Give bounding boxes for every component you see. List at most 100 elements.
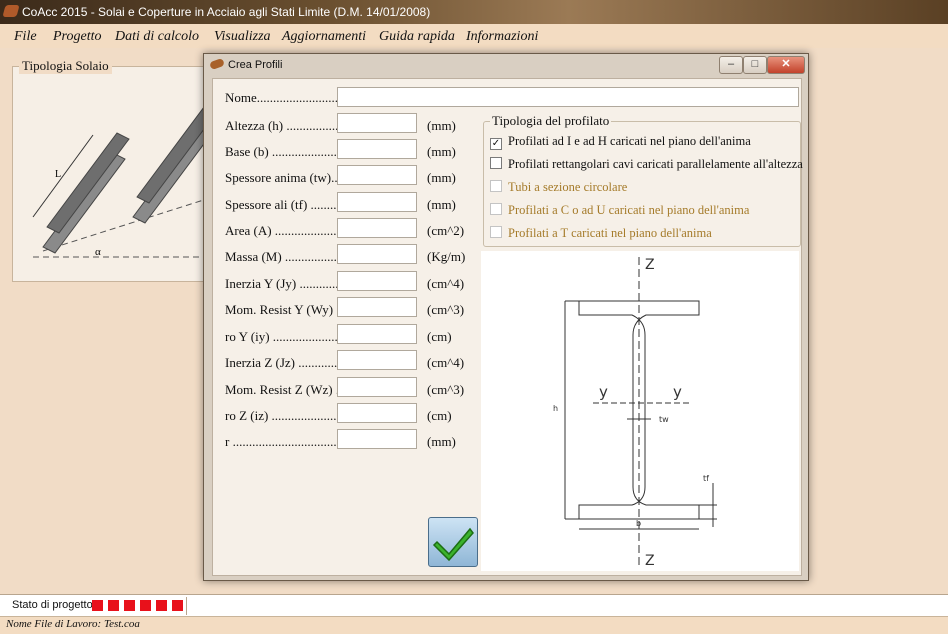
mom-resist-y-input[interactable] [337, 297, 417, 317]
b-label: b [636, 519, 641, 528]
ok-button[interactable] [428, 517, 478, 567]
field-label-altezza: Altezza (h) .................... [225, 118, 352, 133]
checkbox-disabled-icon [490, 180, 502, 192]
close-button[interactable]: ✕ [767, 56, 805, 74]
unit-area: (cm^2) [427, 223, 465, 238]
unit-spessore-ali: (mm) [427, 197, 456, 212]
dialog-icon [209, 57, 225, 71]
unit-spessore-anima: (mm) [427, 170, 456, 185]
menu-informazioni[interactable]: Informazioni [466, 29, 538, 45]
field-label-spessore-anima: Spessore anima (tw).... [225, 170, 345, 185]
inerzia-z-input[interactable] [337, 350, 417, 370]
dialog-body: Nome......................... Altezza (h… [212, 78, 803, 576]
progress-square [108, 600, 119, 611]
field-label-mom-resist-z: Mom. Resist Z (Wz) .. [225, 382, 343, 397]
option-profilati-c-u: Profilati a C o ad U caricati nel piano … [490, 203, 749, 218]
unit-inerzia-y: (cm^4) [427, 276, 465, 291]
tw-label: tw [659, 415, 669, 424]
field-label-r: r ..................................... [225, 434, 353, 449]
altezza-input[interactable] [337, 113, 417, 133]
option-label: Profilati a T caricati nel piano dell'an… [508, 226, 712, 240]
minimize-icon: – [727, 58, 735, 70]
minimize-button[interactable]: – [719, 56, 743, 74]
checkbox-disabled-icon [490, 203, 502, 215]
z-top-label: Z [645, 257, 655, 273]
unit-mom-resist-z: (cm^3) [427, 382, 465, 397]
menu-dati-di-calcolo[interactable]: Dati di calcolo [115, 29, 199, 45]
tf-label: tf [703, 474, 709, 483]
progress-square [92, 600, 103, 611]
menu-file[interactable]: File [14, 29, 37, 45]
field-label-area: Area (A) ........................ [225, 223, 353, 238]
progress-square [124, 600, 135, 611]
app-titlebar: CoAcc 2015 - Solai e Coperture in Acciai… [0, 0, 948, 24]
z-bottom-label: Z [645, 553, 655, 569]
field-label-ro-y: ro Y (iy) ......................... [225, 329, 355, 344]
spessore-anima-input[interactable] [337, 165, 417, 185]
close-icon: ✕ [781, 58, 791, 70]
length-label: L [55, 169, 61, 180]
field-label-mom-resist-y: Mom. Resist Y (Wy) .. [225, 302, 343, 317]
beam-1-top [46, 132, 130, 234]
field-label-inerzia-z: Inerzia Z (Jz) ................. [225, 355, 354, 370]
inerzia-y-input[interactable] [337, 271, 417, 291]
tipologia-solaio-label: Tipologia Solaio [19, 58, 112, 74]
option-rettangolari-cavi[interactable]: Profilati rettangolari cavi caricati par… [490, 157, 803, 172]
section-drawing: Z Z y y h b tw tf [481, 251, 799, 571]
name-label: Nome......................... [225, 90, 339, 105]
menu-aggiornamenti[interactable]: Aggiornamenti [282, 29, 366, 45]
i-beam-section-diagram: Z Z y y h b tw tf [553, 257, 717, 569]
spessore-ali-input[interactable] [337, 192, 417, 212]
progress-label: Stato di progetto: [12, 599, 96, 611]
unit-ro-y: (cm) [427, 329, 452, 344]
checkmark-icon [432, 527, 474, 562]
option-label: Profilati ad I e ad H caricati nel piano… [508, 134, 751, 148]
menu-progetto[interactable]: Progetto [53, 29, 101, 45]
dialog-title: Crea Profili [228, 59, 283, 71]
y-left-label: y [599, 383, 608, 401]
unit-base: (mm) [427, 144, 456, 159]
massa-input[interactable] [337, 244, 417, 264]
option-tubi-circolari: Tubi a sezione circolare [490, 180, 627, 195]
ro-z-input[interactable] [337, 403, 417, 423]
unit-mom-resist-y: (cm^3) [427, 302, 465, 317]
menu-bar: File Progetto Dati di calcolo Visualizza… [0, 26, 948, 48]
progress-square [172, 600, 183, 611]
progress-square [140, 600, 151, 611]
base-input[interactable] [337, 139, 417, 159]
progress-square [156, 600, 167, 611]
ro-y-input[interactable] [337, 324, 417, 344]
field-label-spessore-ali: Spessore ali (tf) ........... [225, 197, 347, 212]
option-label: Tubi a sezione circolare [508, 180, 628, 194]
app-title: CoAcc 2015 - Solai e Coperture in Acciai… [22, 5, 431, 19]
r-input[interactable] [337, 429, 417, 449]
dialog-titlebar: Crea Profili – □ ✕ [204, 54, 808, 76]
checkbox-checked-icon[interactable]: ✓ [490, 138, 502, 150]
app-icon [2, 5, 20, 17]
menu-visualizza[interactable]: Visualizza [214, 29, 271, 45]
unit-massa: (Kg/m) [427, 249, 466, 264]
checkbox-icon[interactable] [490, 157, 502, 169]
progress-statusbar: Stato di progetto: [0, 594, 948, 617]
maximize-button[interactable]: □ [743, 56, 767, 74]
y-right-label: y [673, 383, 682, 401]
angle-label: α [95, 246, 101, 258]
unit-inerzia-z: (cm^4) [427, 355, 465, 370]
option-profilati-i-h[interactable]: ✓ Profilati ad I e ad H caricati nel pian… [490, 134, 751, 150]
unit-altezza: (mm) [427, 118, 456, 133]
tipologia-profilato-group: Tipologia del profilato ✓ Profilati ad I … [483, 113, 803, 247]
option-label: Profilati rettangolari cavi caricati par… [508, 157, 803, 171]
crea-profili-dialog: Crea Profili – □ ✕ Nome.................… [203, 53, 809, 581]
tipologia-solaio-group: Tipologia Solaio L α [12, 58, 229, 282]
tipologia-profilato-title: Tipologia del profilato [490, 113, 612, 129]
unit-ro-z: (cm) [427, 408, 452, 423]
unit-r: (mm) [427, 434, 456, 449]
floor-type-illustration: L α [32, 102, 220, 258]
area-input[interactable] [337, 218, 417, 238]
name-input[interactable] [337, 87, 799, 107]
menu-guida-rapida[interactable]: Guida rapida [379, 29, 455, 45]
status-separator [186, 597, 187, 615]
mom-resist-z-input[interactable] [337, 377, 417, 397]
checkbox-disabled-icon [490, 226, 502, 238]
field-label-inerzia-y: Inerzia Y (Jy) ................. [225, 276, 355, 291]
